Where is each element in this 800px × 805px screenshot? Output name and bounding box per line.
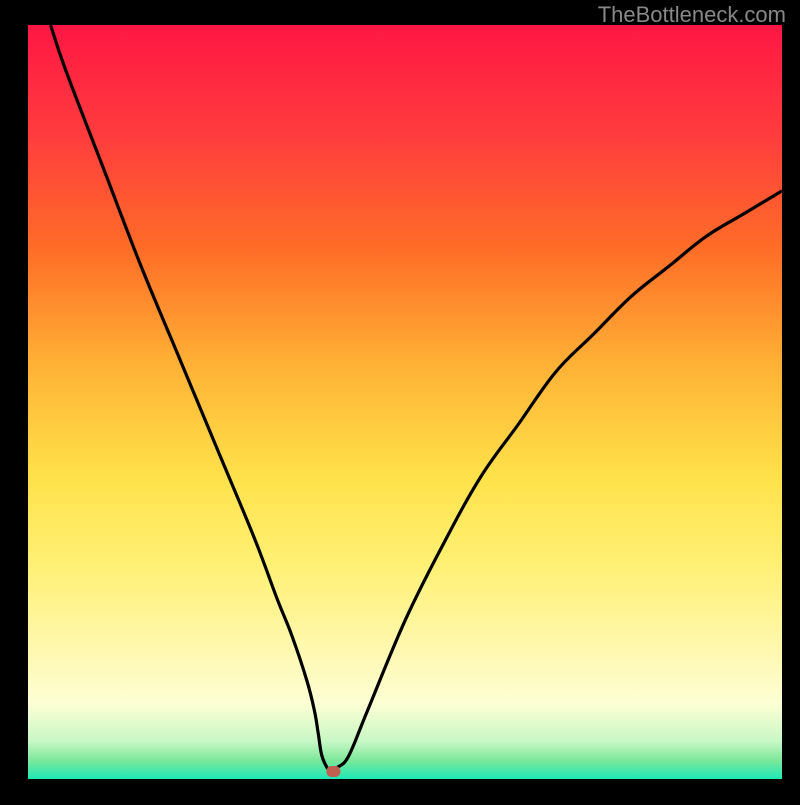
- chart-container: [0, 0, 800, 800]
- bottleneck-chart: [0, 0, 800, 800]
- plot-background: [28, 25, 782, 779]
- watermark-text: TheBottleneck.com: [598, 2, 786, 28]
- optimal-marker: [326, 766, 340, 777]
